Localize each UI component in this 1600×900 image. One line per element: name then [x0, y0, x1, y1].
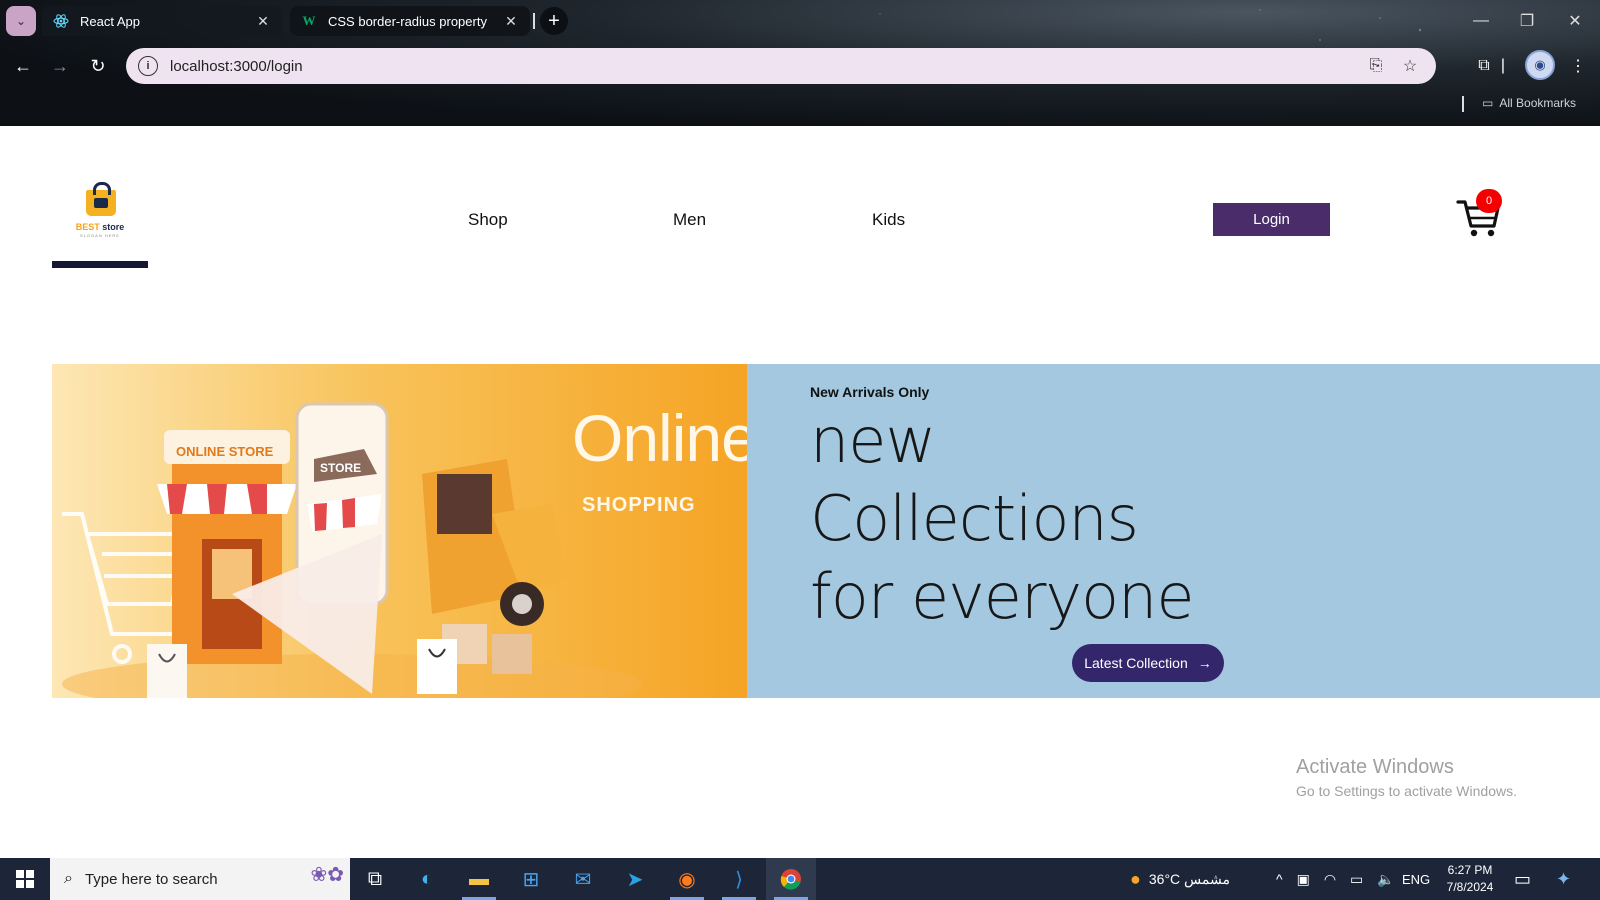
taskbar-search-placeholder: Type here to search — [84, 870, 218, 888]
login-button[interactable]: Login — [1213, 203, 1330, 236]
logo-brand-b: store — [99, 222, 125, 232]
firefox-icon[interactable]: ◉ — [662, 858, 712, 900]
browser-chrome: ⌄ React App ✕ W CSS border-radius proper… — [0, 0, 1600, 126]
clock-time: 6:27 PM — [1447, 863, 1493, 877]
all-bookmarks-label: All Bookmarks — [1499, 96, 1577, 110]
banner-subtitle: SHOPPING — [582, 494, 696, 516]
tab-search-button[interactable]: ⌄ — [6, 6, 36, 36]
nav-kids[interactable]: Kids — [872, 210, 905, 230]
react-icon — [52, 12, 70, 30]
bookmark-star-icon[interactable]: ☆ — [1396, 56, 1424, 76]
clock[interactable]: 6:27 PM 7/8/2024 — [1440, 858, 1500, 900]
meet-now-icon[interactable]: ▣ — [1297, 871, 1310, 888]
clock-date: 7/8/2024 — [1446, 880, 1494, 894]
chevron-up-icon[interactable]: ^ — [1276, 871, 1283, 887]
system-tray: ^ ▣ ◠ ▭ 🔈 — [1276, 858, 1395, 900]
file-explorer-icon[interactable]: ▬ — [454, 858, 504, 900]
tab-react-app[interactable]: React App ✕ — [42, 6, 282, 36]
tab-divider — [533, 13, 535, 29]
new-tab-button[interactable]: + — [540, 7, 568, 35]
hero-headline-line1: new — [810, 404, 936, 477]
mail-icon[interactable]: ✉ — [558, 858, 608, 900]
weather-widget[interactable]: ● 36°C مشمس — [1130, 858, 1230, 900]
reload-icon[interactable]: ↻ — [84, 52, 112, 80]
battery-icon[interactable]: ▭ — [1350, 871, 1363, 888]
banner-store-sign: ONLINE STORE — [176, 444, 274, 459]
store-logo[interactable]: BEST store SLOGAN HERE — [52, 170, 148, 268]
hero-text: New Arrivals Only new Collections for ev… — [810, 384, 1194, 634]
hero-headline-line2: Collections — [810, 482, 1139, 555]
microsoft-store-icon[interactable]: ⊞ — [506, 858, 556, 900]
logo-brand-a: BEST — [75, 222, 100, 232]
address-url[interactable]: localhost:3000/login — [170, 58, 1356, 75]
vscode-icon[interactable]: ⟩ — [714, 858, 764, 900]
tab-css-border-radius[interactable]: W CSS border-radius property ✕ — [290, 6, 530, 36]
restore-icon[interactable]: ❐ — [1504, 6, 1550, 36]
nav-shop[interactable]: Shop — [468, 210, 508, 230]
language-indicator[interactable]: ENG — [1402, 858, 1430, 900]
watermark-subtitle: Go to Settings to activate Windows. — [1296, 783, 1517, 799]
latest-collection-button[interactable]: Latest Collection → — [1072, 644, 1224, 682]
banner-phone-sign: STORE — [320, 461, 361, 475]
address-bar[interactable]: i localhost:3000/login ⎘ ☆ — [126, 48, 1436, 84]
menu-kebab-icon[interactable]: ⋮ — [1566, 54, 1590, 78]
banner-title: Online. — [572, 401, 747, 475]
taskbar-search-box[interactable]: ⌕ Type here to search ❀✿ — [50, 858, 350, 900]
latest-collection-label: Latest Collection — [1084, 655, 1188, 671]
window-close-icon[interactable]: ✕ — [1552, 6, 1598, 36]
watermark-title: Activate Windows — [1296, 756, 1454, 778]
logo-tagline: SLOGAN HERE — [80, 233, 120, 238]
close-tab-icon[interactable]: ✕ — [502, 13, 520, 30]
task-view-icon[interactable]: ⧉ — [350, 858, 400, 900]
windows-start-icon[interactable] — [0, 858, 50, 900]
edge-icon[interactable]: ◐ — [402, 858, 452, 900]
back-icon[interactable]: ← — [9, 52, 37, 80]
toolbar-divider: | — [1500, 57, 1506, 74]
extensions-icon[interactable]: ⧉ — [1472, 54, 1496, 78]
search-highlight-icon: ❀✿ — [310, 864, 344, 886]
bookmarks-divider — [1462, 96, 1464, 112]
nav-men[interactable]: Men — [673, 210, 706, 230]
forward-icon[interactable]: → — [46, 52, 74, 80]
online-shopping-banner: ONLINE STORE STORE Online SHOPPING — [52, 364, 747, 698]
tab-title: React App — [80, 13, 140, 29]
hero-headline-line3: for everyone — [810, 560, 1194, 633]
arrow-right-icon: → — [1197, 655, 1212, 671]
site-info-icon[interactable]: i — [138, 56, 158, 76]
install-app-icon[interactable]: ⎘ — [1362, 57, 1390, 75]
volume-icon[interactable]: 🔈 — [1377, 871, 1394, 888]
hero-eyebrow: New Arrivals Only — [810, 384, 930, 400]
windows-taskbar: ⌕ Type here to search ❀✿ ⧉ ◐ ▬ ⊞ ✉ ➤ ◉ ⟩… — [0, 858, 1600, 900]
profile-avatar[interactable]: ◉ — [1525, 50, 1555, 80]
minimize-icon[interactable]: — — [1458, 6, 1504, 36]
w3schools-icon: W — [302, 13, 316, 28]
tab-title: CSS border-radius property — [328, 13, 487, 29]
all-bookmarks[interactable]: ▭ All Bookmarks — [1482, 96, 1576, 110]
logo-strip — [52, 261, 148, 268]
telegram-icon[interactable]: ➤ — [610, 858, 660, 900]
activate-windows-watermark: Activate Windows Go to Settings to activ… — [1296, 756, 1517, 799]
hero-section: ONLINE STORE STORE Online SHOPPING New A… — [52, 364, 1600, 698]
copilot-icon[interactable]: ✦ — [1556, 858, 1571, 900]
folder-icon: ▭ — [1482, 96, 1494, 110]
weather-sun-icon: ● — [1130, 868, 1141, 889]
cart-count-badge: 0 — [1476, 189, 1502, 213]
wifi-icon[interactable]: ◠ — [1324, 871, 1336, 888]
logo-brand: BEST store — [52, 222, 148, 232]
notifications-icon[interactable]: ▭ — [1514, 858, 1531, 900]
chrome-icon[interactable] — [766, 858, 816, 900]
weather-text: 36°C مشمس — [1148, 870, 1230, 887]
search-icon: ⌕ — [64, 870, 73, 887]
web-page: BEST store SLOGAN HERE Shop Men Kids Log… — [0, 126, 1600, 858]
shopping-bag-icon — [86, 182, 116, 216]
close-tab-icon[interactable]: ✕ — [254, 13, 272, 30]
